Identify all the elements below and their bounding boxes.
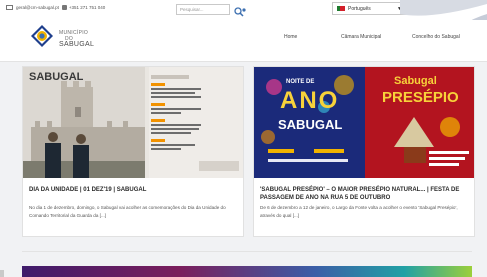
post-excerpt: De 6 de dezembro a 12 de janeiro, o Larg… xyxy=(260,205,458,218)
language-select[interactable]: Português ▼ xyxy=(332,2,408,15)
poster-left-line-3: SABUGAL xyxy=(278,117,343,132)
image-heading: SABUGAL xyxy=(29,71,84,83)
search-button[interactable] xyxy=(233,4,247,17)
nav-home[interactable]: Home xyxy=(284,34,297,40)
post-image[interactable]: SABUGAL xyxy=(23,67,243,178)
contact-info: geral@cm-sabugal.pt +351 271 751 040 xyxy=(6,5,105,10)
nav-camara-municipal[interactable]: Câmara Municipal xyxy=(341,34,381,40)
logo-line-3: SABUGAL xyxy=(59,41,95,48)
phone-icon xyxy=(61,5,67,10)
castle-photo xyxy=(23,67,243,178)
logo-text[interactable]: MUNICÍPIO DO SABUGAL xyxy=(59,30,94,48)
post-card[interactable]: SABUGAL DIA DA UNIDADE | 01 DEZ'19 | SAB… xyxy=(22,66,244,237)
search-input[interactable]: Pesquisar... xyxy=(176,4,230,15)
poster-right-line-2: PRESÉPIO xyxy=(382,89,459,106)
section-divider xyxy=(22,251,472,252)
post-image[interactable]: NOITE DE ANO SABUGAL Sabugal PRESÉPIO xyxy=(254,67,474,178)
search-icon xyxy=(234,7,246,17)
post-title[interactable]: 'SABUGAL PRESÉPIO' – O MAIOR PRESÉPIO NA… xyxy=(260,186,472,202)
post-excerpt: No dia 1 de dezembro, domingo, o Sabugal… xyxy=(29,205,226,218)
portugal-flag-icon xyxy=(337,6,345,11)
nav-concelho[interactable]: Concelho do Sabugal xyxy=(412,34,460,40)
post-title[interactable]: DIA DA UNIDADE | 01 DEZ'19 | SABUGAL xyxy=(29,186,241,194)
email-link[interactable]: geral@cm-sabugal.pt xyxy=(16,5,59,10)
language-label: Português xyxy=(348,5,371,12)
phone-number: +351 271 751 040 xyxy=(68,5,106,10)
side-marker xyxy=(0,270,4,277)
promo-banner[interactable] xyxy=(22,266,472,277)
poster-right-line-1: Sabugal xyxy=(394,75,437,87)
poster-left-line-1: NOITE DE xyxy=(286,79,315,85)
municipio-logo-icon[interactable] xyxy=(30,24,54,48)
post-card[interactable]: NOITE DE ANO SABUGAL Sabugal PRESÉPIO 'S… xyxy=(253,66,475,237)
envelope-icon xyxy=(6,5,13,10)
poster-left-line-2: ANO xyxy=(280,87,340,114)
